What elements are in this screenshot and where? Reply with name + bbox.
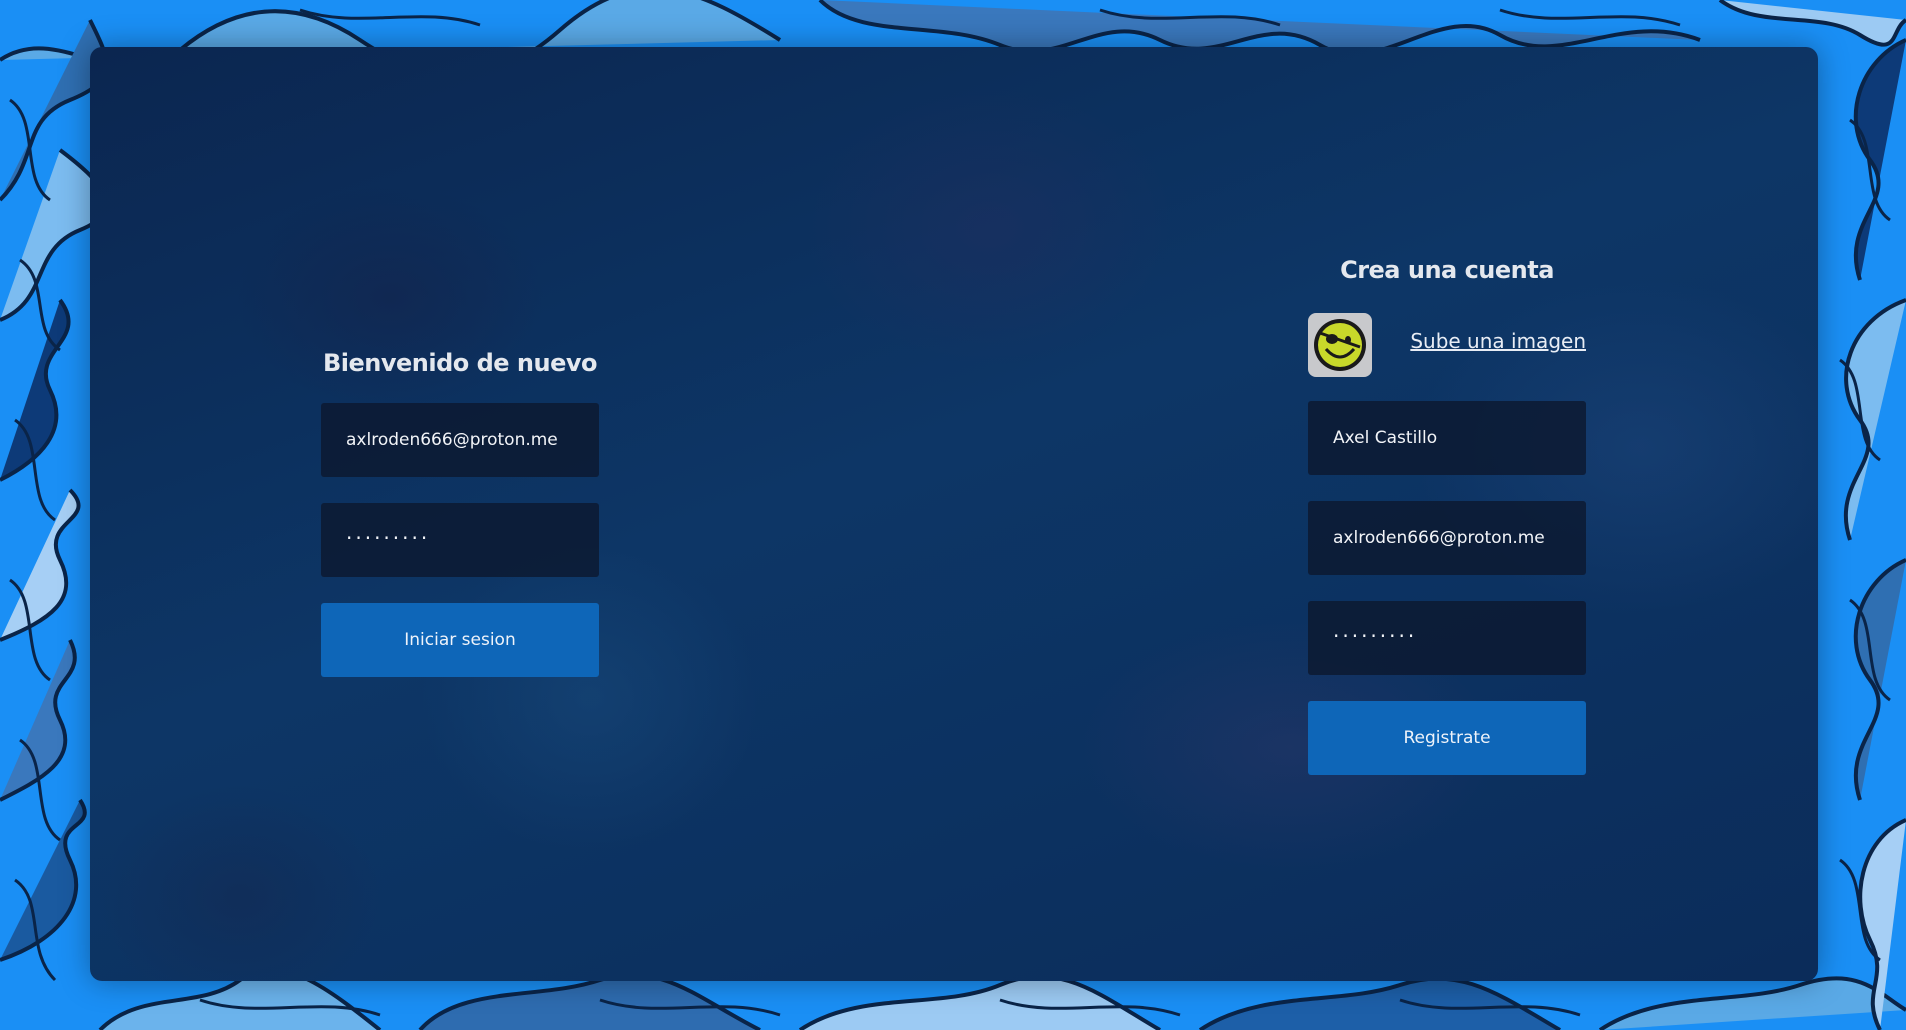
- login-password-input[interactable]: ·········: [321, 503, 599, 577]
- register-form: Crea una cuenta Sube una imagen Axel Cas…: [1308, 249, 1586, 775]
- upload-image-link[interactable]: Sube una imagen: [1410, 329, 1586, 353]
- register-name-input[interactable]: Axel Castillo: [1308, 401, 1586, 475]
- register-submit-button[interactable]: Registrate: [1308, 701, 1586, 775]
- register-email-input[interactable]: axlroden666@proton.me: [1308, 501, 1586, 575]
- avatar-row: Sube una imagen: [1308, 313, 1586, 377]
- login-form: Bienvenido de nuevo axlroden666@proton.m…: [321, 345, 599, 677]
- login-submit-button[interactable]: Iniciar sesion: [321, 603, 599, 677]
- login-title: Bienvenido de nuevo: [322, 349, 598, 377]
- register-title: Crea una cuenta: [1340, 256, 1554, 284]
- smiley-eyepatch-icon[interactable]: [1308, 313, 1372, 377]
- register-password-input[interactable]: ·········: [1308, 601, 1586, 675]
- login-email-input[interactable]: axlroden666@proton.me: [321, 403, 599, 477]
